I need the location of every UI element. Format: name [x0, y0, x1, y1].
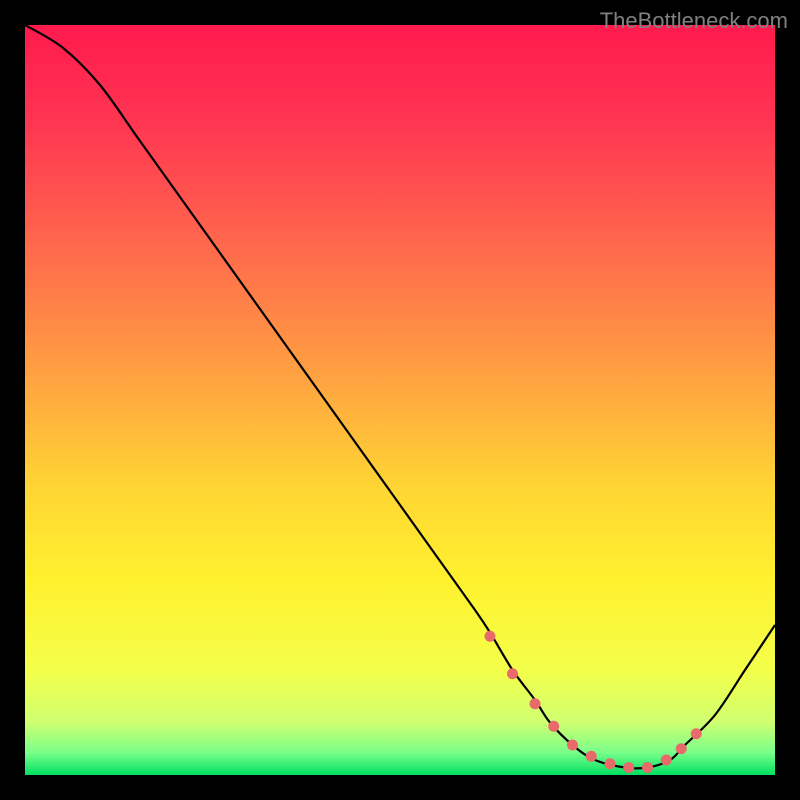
chart-svg — [25, 25, 775, 775]
marker-dot — [567, 740, 578, 751]
watermark-text: TheBottleneck.com — [600, 8, 788, 34]
marker-dot — [507, 668, 518, 679]
marker-dot — [691, 728, 702, 739]
marker-dot — [548, 721, 559, 732]
plot-area — [25, 25, 775, 775]
marker-dot — [642, 762, 653, 773]
marker-dot — [586, 751, 597, 762]
chart-container: TheBottleneck.com — [0, 0, 800, 800]
marker-dot — [530, 698, 541, 709]
marker-dot — [485, 631, 496, 642]
marker-dot — [676, 743, 687, 754]
marker-dot — [661, 755, 672, 766]
marker-dot — [623, 762, 634, 773]
marker-dot — [605, 758, 616, 769]
